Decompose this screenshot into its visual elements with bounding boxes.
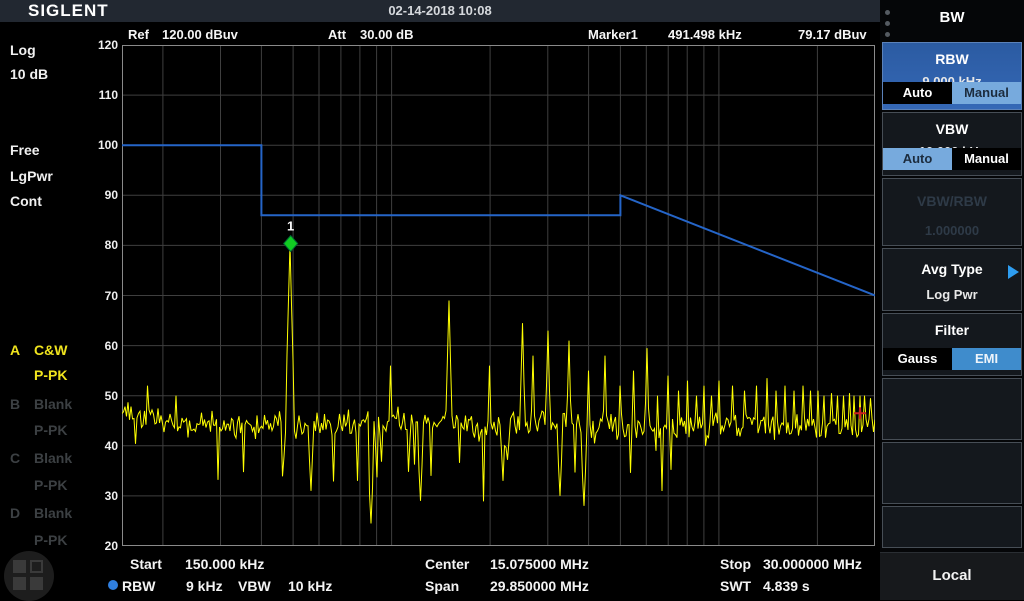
trace-a-detector: P-PK <box>34 367 67 383</box>
start-freq-value: 150.000 kHz <box>185 556 264 572</box>
ref-level-value: 120.00 dBuv <box>162 27 238 44</box>
center-freq-label: Center <box>425 556 469 572</box>
trigger-mode: Free <box>10 142 40 158</box>
vbw-rbw-ratio-button: VBW/RBW 1.000000 <box>882 178 1022 246</box>
local-button-label: Local <box>880 567 1024 584</box>
sweep-mode: Cont <box>10 193 42 209</box>
amplitude-scale-div: 10 dB <box>10 66 48 82</box>
vbw-rbw-value: 1.000000 <box>883 223 1021 238</box>
rbw-button[interactable]: RBW 9.000 kHz Auto Manual <box>882 42 1022 110</box>
trace-a-id: A <box>10 342 20 358</box>
amplitude-scale-type: Log <box>10 42 36 58</box>
y-axis-label: 30 <box>66 489 118 503</box>
marker-readout-label: Marker1 <box>588 27 638 44</box>
submenu-arrow-icon <box>1008 265 1019 279</box>
spectrum-plot: 1 <box>122 45 875 546</box>
swt-readout-value: 4.839 s <box>763 578 810 594</box>
filter-button[interactable]: Filter Gauss EMI <box>882 313 1022 376</box>
trace-d-detector: P-PK <box>34 532 67 548</box>
trace-c-id: C <box>10 450 20 466</box>
y-axis-label: 90 <box>66 188 118 202</box>
grid-square-icon <box>13 560 26 573</box>
attenuation-value: 30.00 dB <box>360 27 413 44</box>
top-bar: SIGLENT 02-14-2018 10:08 <box>0 0 1024 22</box>
avg-mode: LgPwr <box>10 168 53 184</box>
trace-a-mode: C&W <box>34 342 67 358</box>
swt-readout-label: SWT <box>720 578 751 594</box>
start-freq-label: Start <box>130 556 162 572</box>
trace-b-detector: P-PK <box>34 422 67 438</box>
marker-readout-freq: 491.498 kHz <box>668 27 742 44</box>
filter-gauss-chip[interactable]: Gauss <box>883 348 952 370</box>
trace-d-mode: Blank <box>34 505 72 521</box>
span-readout-label: Span <box>425 578 459 594</box>
ref-level-label: Ref <box>128 27 149 44</box>
y-axis-label: 110 <box>66 88 118 102</box>
avg-type-value: Log Pwr <box>883 287 1021 302</box>
active-trace-dot-icon <box>108 580 118 590</box>
filter-emi-chip[interactable]: EMI <box>952 348 1021 370</box>
vbw-auto-chip[interactable]: Auto <box>883 148 952 170</box>
vbw-readout-value: 10 kHz <box>288 578 332 594</box>
softkey-panel: BW RBW 9.000 kHz Auto Manual VBW 10.000 … <box>880 0 1024 600</box>
datetime: 02-14-2018 10:08 <box>0 3 880 18</box>
y-axis-label: 100 <box>66 138 118 152</box>
rbw-button-title: RBW <box>883 51 1021 67</box>
attenuation-label: Att <box>328 27 346 44</box>
trace-c-mode: Blank <box>34 450 72 466</box>
vbw-rbw-title: VBW/RBW <box>883 193 1021 209</box>
grid-square-icon <box>13 577 26 590</box>
rbw-readout-value: 9 kHz <box>186 578 223 594</box>
marker-1-diamond-icon[interactable] <box>284 236 298 252</box>
stop-freq-label: Stop <box>720 556 751 572</box>
trace-a-line <box>122 244 875 523</box>
spectrum-analyzer-screen: SIGLENT 02-14-2018 10:08 Ref 120.00 dBuv… <box>0 0 1024 600</box>
emi-limit-line <box>122 145 875 295</box>
vbw-button[interactable]: VBW 10.000 kHz Auto Manual <box>882 112 1022 176</box>
softkey-blank-2 <box>882 442 1022 504</box>
center-freq-value: 15.075000 MHz <box>490 556 589 572</box>
filter-title: Filter <box>883 322 1021 338</box>
trace-b-mode: Blank <box>34 396 72 412</box>
rbw-readout-label: RBW <box>122 578 155 594</box>
spectrum-display[interactable]: 1 <box>122 45 875 546</box>
vbw-button-title: VBW <box>883 121 1021 137</box>
avg-type-title: Avg Type <box>883 261 1021 277</box>
y-axis-label: 50 <box>66 389 118 403</box>
trace-b-id: B <box>10 396 20 412</box>
span-readout-value: 29.850000 MHz <box>490 578 589 594</box>
y-axis-label: 40 <box>66 439 118 453</box>
local-button[interactable]: Local <box>880 552 1024 600</box>
rbw-auto-chip[interactable]: Auto <box>883 82 952 104</box>
menu-title: BW <box>880 9 1024 26</box>
rbw-manual-chip[interactable]: Manual <box>952 82 1021 104</box>
grid-square-outline-icon <box>30 560 43 573</box>
marker-readout-amp: 79.17 dBuv <box>798 27 867 44</box>
y-axis-label: 60 <box>66 339 118 353</box>
avg-type-button[interactable]: Avg Type Log Pwr <box>882 248 1022 311</box>
trace-c-detector: P-PK <box>34 477 67 493</box>
softkey-blank-1 <box>882 378 1022 440</box>
grid-square-icon <box>30 577 43 590</box>
y-axis-label: 80 <box>66 238 118 252</box>
y-axis-label: 20 <box>66 539 118 553</box>
y-axis-label: 120 <box>66 38 118 52</box>
softkey-blank-3 <box>882 506 1022 548</box>
stop-freq-value: 30.000000 MHz <box>763 556 862 572</box>
y-axis-label: 70 <box>66 289 118 303</box>
home-grid-icon[interactable] <box>4 551 54 601</box>
trace-d-id: D <box>10 505 20 521</box>
vbw-readout-label: VBW <box>238 578 271 594</box>
marker-1-label: 1 <box>287 219 294 234</box>
vbw-manual-chip[interactable]: Manual <box>952 148 1021 170</box>
